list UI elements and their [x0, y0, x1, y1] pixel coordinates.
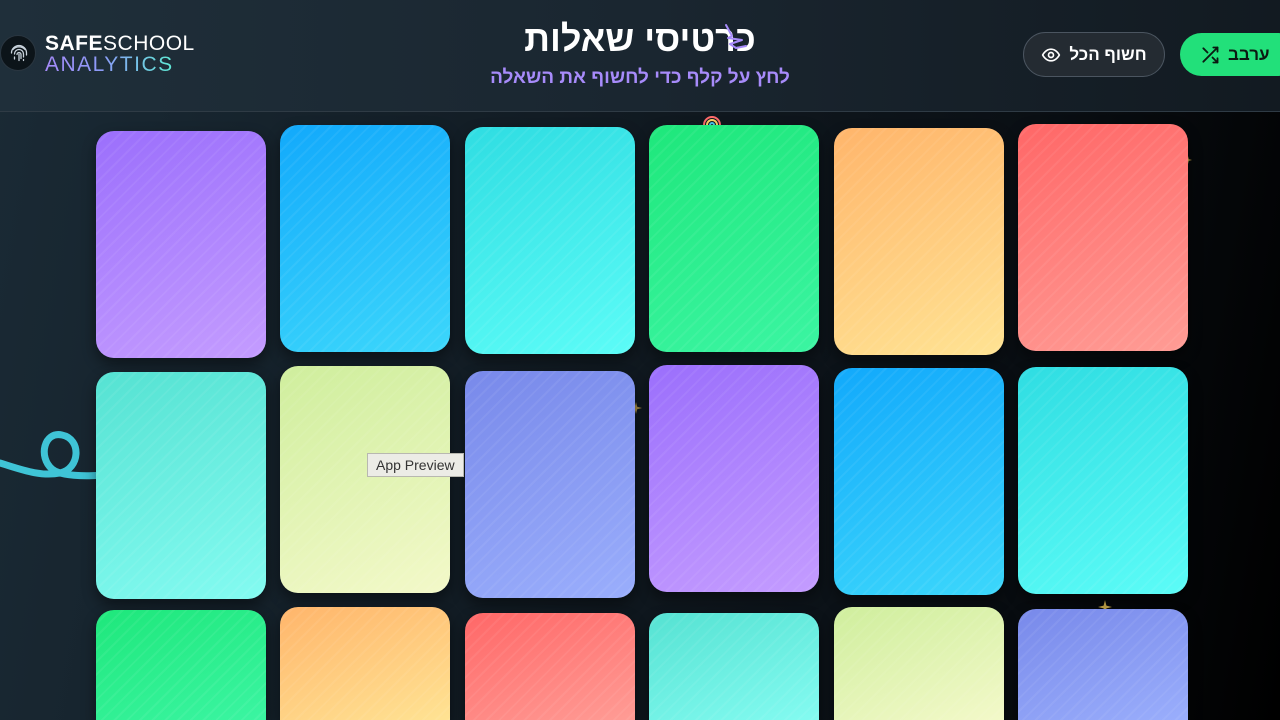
question-card[interactable]	[465, 613, 635, 720]
question-card[interactable]	[649, 613, 819, 720]
question-card[interactable]	[465, 127, 635, 354]
reveal-all-label: חשוף הכל	[1069, 44, 1147, 64]
page-subtitle: לחץ על קלף כדי לחשוף את השאלה	[490, 67, 790, 88]
reveal-all-button[interactable]: חשוף הכל	[1023, 32, 1165, 77]
shuffle-button[interactable]: ערבב	[1180, 33, 1280, 76]
question-card[interactable]	[280, 607, 450, 720]
question-card[interactable]	[280, 366, 450, 593]
eye-icon	[1042, 47, 1061, 62]
question-card[interactable]	[834, 368, 1004, 595]
question-card[interactable]	[649, 365, 819, 592]
shuffle-icon	[1202, 46, 1219, 63]
question-card[interactable]	[834, 607, 1004, 720]
question-card[interactable]	[649, 125, 819, 352]
question-card[interactable]	[96, 372, 266, 599]
question-card[interactable]	[1018, 609, 1188, 720]
brand-name-top: SAFESCHOOL	[45, 32, 195, 55]
rainbow-decoration	[703, 116, 721, 126]
question-card[interactable]	[1018, 124, 1188, 351]
shuffle-label: ערבב	[1228, 44, 1270, 64]
brand-name-bottom: ANALYTICS	[45, 53, 174, 76]
question-card[interactable]	[96, 610, 266, 720]
question-card[interactable]	[465, 371, 635, 598]
question-card[interactable]	[96, 131, 266, 358]
question-card[interactable]	[1018, 367, 1188, 594]
question-card[interactable]	[280, 125, 450, 352]
app-header: SAFESCHOOL ANALYTICS כרטיסי שאלות לחץ על…	[0, 0, 1280, 112]
page-title-wrap: כרטיסי שאלות	[440, 18, 840, 60]
question-card[interactable]	[834, 128, 1004, 355]
brand-logo: SAFESCHOOL ANALYTICS	[0, 33, 230, 83]
app-preview-tooltip: App Preview	[367, 453, 464, 477]
sparkle-icon	[725, 24, 747, 49]
fingerprint-icon	[0, 35, 36, 71]
